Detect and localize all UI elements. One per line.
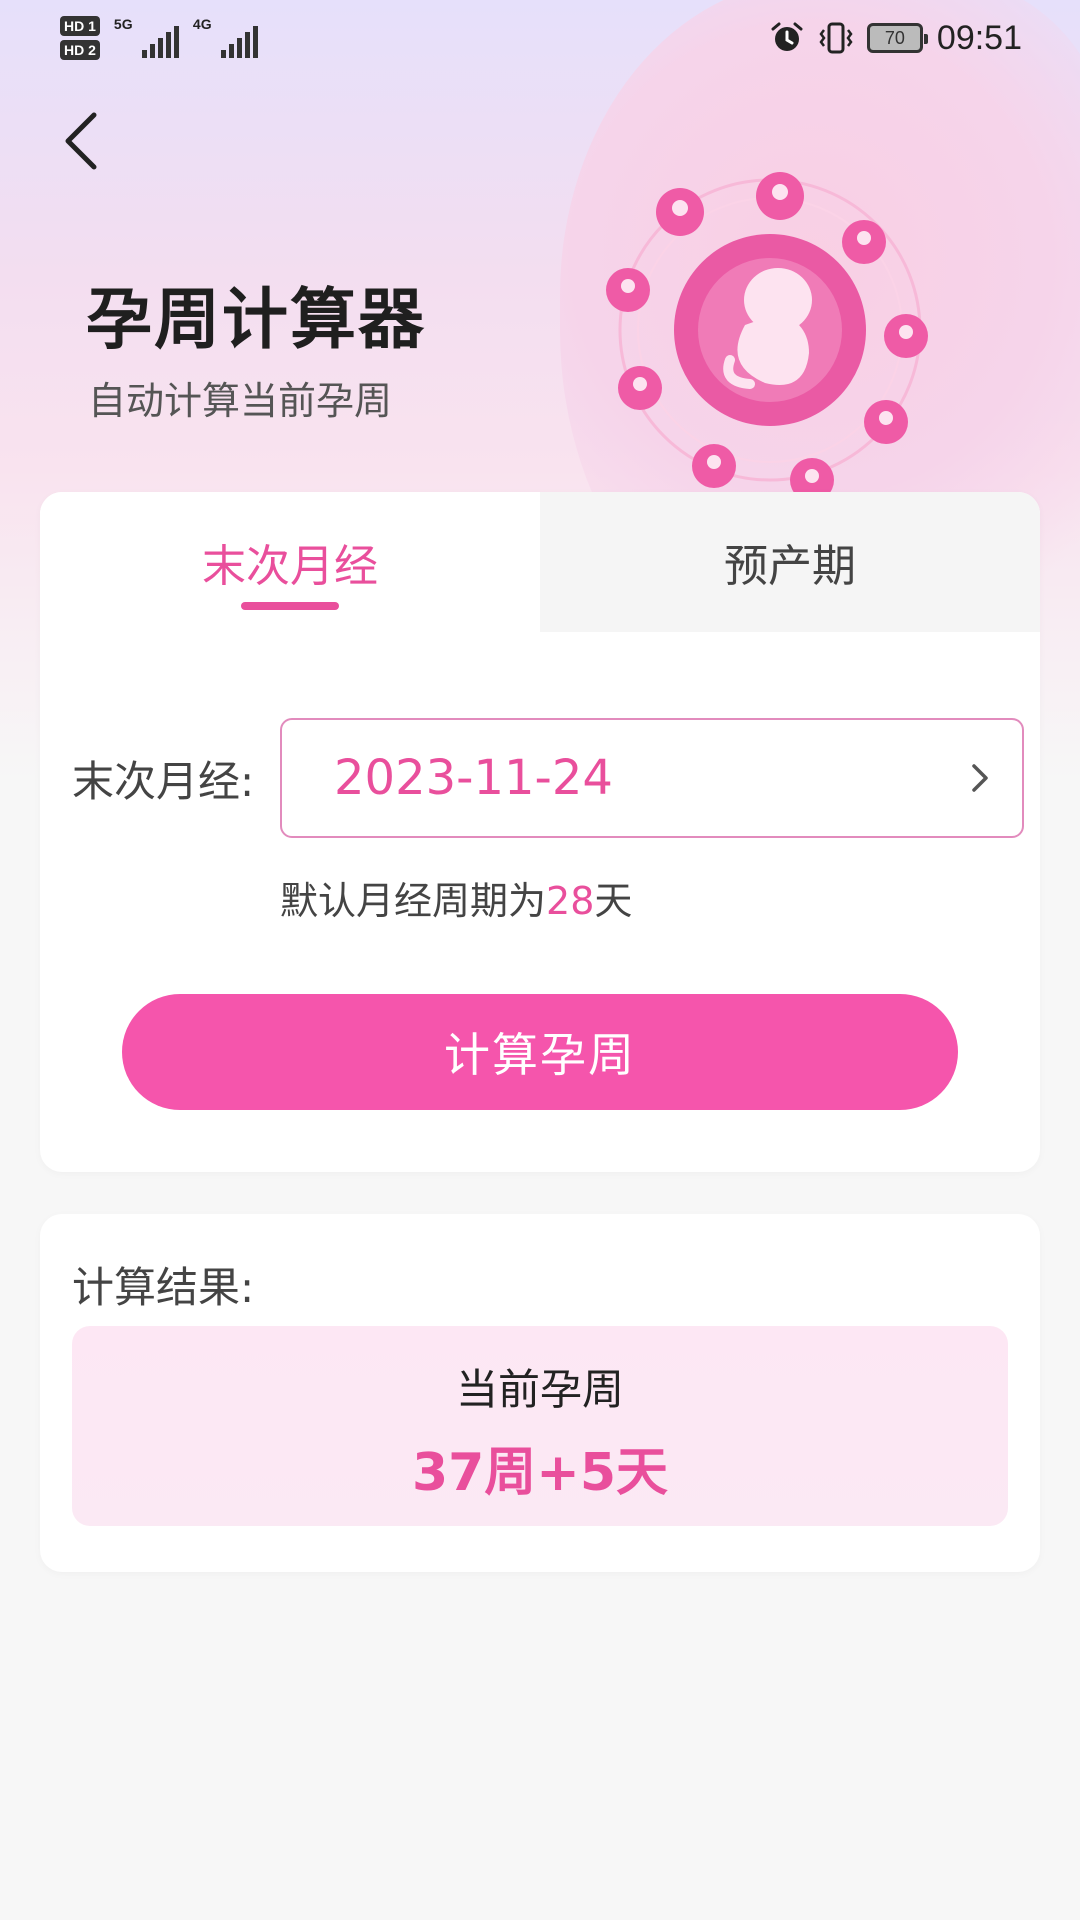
clock: 09:51 [936, 18, 1022, 57]
signal-5g: 5G [113, 16, 179, 58]
chevron-right-icon [972, 764, 988, 792]
last-period-date-picker[interactable]: 2023-11-24 [280, 718, 1024, 838]
vibrate-icon [819, 22, 853, 54]
last-period-label: 末次月经: [72, 756, 255, 806]
tab-due-date[interactable]: 预产期 [540, 492, 1040, 632]
battery-icon: 70 [866, 23, 928, 53]
result-box: 当前孕周 37周+5天 [72, 1326, 1008, 1526]
page-subtitle: 自动计算当前孕周 [88, 379, 393, 423]
chevron-left-icon [65, 112, 97, 170]
hd-indicators: HD 1 HD 2 [60, 16, 100, 60]
result-value: 37周+5天 [411, 1443, 669, 1503]
result-label: 计算结果: [72, 1263, 255, 1312]
status-bar-right: 70 09:51 [769, 19, 1022, 58]
tab-due-date-label: 预产期 [724, 541, 856, 592]
cycle-hint: 默认月经周期为28天 [280, 870, 632, 925]
status-bar: HD 1 HD 2 5G 4G 70 09:51 [0, 0, 1080, 76]
network-4g-label: 4G [192, 16, 212, 32]
last-period-row: 末次月经: 2023-11-24 [72, 718, 1024, 838]
signal-bars-icon [141, 26, 179, 58]
last-period-date-value: 2023-11-24 [334, 750, 613, 806]
mode-tabs: 末次月经 预产期 [40, 492, 1040, 632]
signal-4g: 4G [192, 16, 258, 58]
result-card: 计算结果: 当前孕周 37周+5天 [40, 1214, 1040, 1572]
page-title: 孕周计算器 [86, 281, 426, 358]
result-title: 当前孕周 [455, 1365, 624, 1414]
cycle-length: 28 [546, 879, 595, 923]
calculator-card: 末次月经 预产期 末次月经: 2023-11-24 默认月经周期为28天 计算孕… [40, 492, 1040, 1172]
alarm-icon [771, 22, 803, 51]
tab-last-period-label: 末次月经 [202, 541, 378, 592]
hd2-badge: HD 2 [60, 40, 100, 60]
cycle-hint-prefix: 默认月经周期为 [280, 879, 547, 923]
calculate-button[interactable]: 计算孕周 [122, 994, 958, 1110]
back-button[interactable] [60, 106, 116, 176]
status-bar-left: HD 1 HD 2 5G 4G [60, 16, 258, 60]
fetus-development-illustration [606, 172, 928, 500]
signal-bars-icon [220, 26, 258, 58]
pregnancy-week-calculator-screen: HD 1 HD 2 5G 4G 70 09:51 孕周计算器 自动计算当前孕周 … [0, 0, 1080, 1920]
hd1-badge: HD 1 [60, 16, 100, 36]
network-5g-label: 5G [113, 16, 133, 32]
active-tab-indicator [241, 602, 339, 610]
cycle-hint-suffix: 天 [594, 879, 633, 923]
tab-last-period[interactable]: 末次月经 [40, 492, 540, 632]
